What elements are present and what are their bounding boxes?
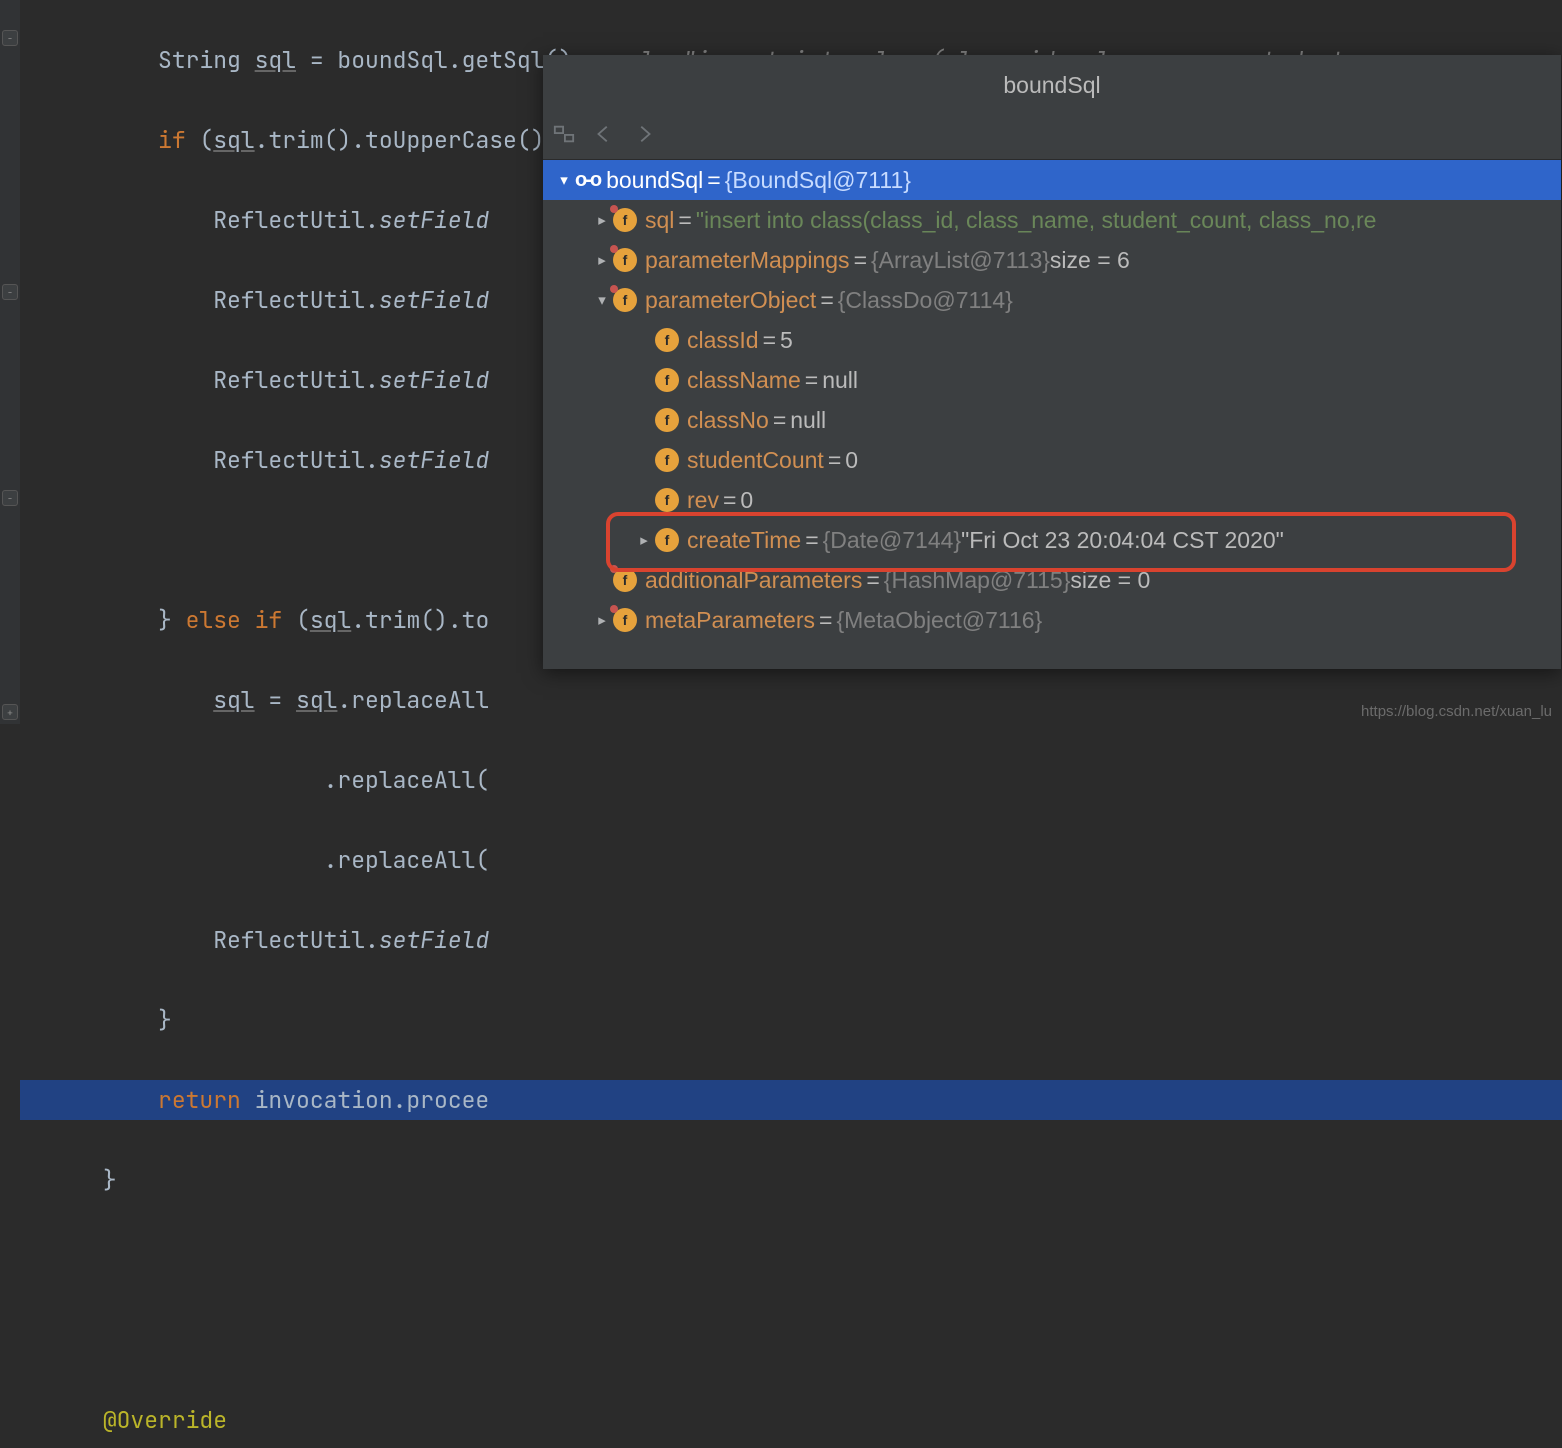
field-tail: "Fri Oct 23 20:04:04 CST 2020" [961,527,1284,554]
field-name: classId [687,327,759,354]
field-name: studentCount [687,447,824,474]
field-name: parameterObject [645,287,816,314]
field-name: classNo [687,407,769,434]
chevron-down-icon[interactable]: ▾ [553,171,575,189]
field-value: null [822,367,858,394]
field-type: {ArrayList@7113} [871,247,1050,274]
tree-row-sql[interactable]: ▸fsql = "insert into class(class_id, cla… [543,200,1561,240]
field-type: {HashMap@7115} [884,567,1071,594]
field-tail: size = 0 [1070,567,1150,594]
chevron-right-icon[interactable]: ▸ [591,251,613,269]
chevron-down-icon[interactable]: ▾ [591,291,613,309]
back-icon[interactable] [593,123,615,151]
field-value: null [790,407,826,434]
variables-tree[interactable]: ▾ о-о boundSql = {BoundSql@7111} ▸fsql =… [543,160,1561,640]
field-icon: f [655,368,679,392]
annotation-override: @Override [103,1405,227,1435]
popup-toolbar [543,115,1561,160]
popup-title: boundSql [543,55,1561,115]
forward-icon[interactable] [633,123,655,151]
field-name: sql [645,207,674,234]
tree-row-rev[interactable]: frev = 0 [543,480,1561,520]
chevron-right-icon[interactable]: ▸ [591,211,613,229]
tree-row-metaParameters[interactable]: ▸fmetaParameters = {MetaObject@7116} [543,600,1561,640]
field-value: 0 [740,487,753,514]
gutter-fold-icon[interactable]: + [2,704,18,720]
root-name: boundSql [606,167,703,194]
field-value: 5 [780,327,793,354]
tree-row-parameterMappings[interactable]: ▸fparameterMappings = {ArrayList@7113} s… [543,240,1561,280]
tree-row-additionalParameters[interactable]: fadditionalParameters = {HashMap@7115} s… [543,560,1561,600]
debugger-evaluate-popup: boundSql ▾ о-о boundSql = {BoundSql@7111… [543,55,1561,669]
watch-icon: о-о [575,169,600,192]
tree-row-classNo[interactable]: fclassNo = null [543,400,1561,440]
tree-row-studentCount[interactable]: fstudentCount = 0 [543,440,1561,480]
tree-row-classId[interactable]: fclassId = 5 [543,320,1561,360]
field-icon: f [613,248,637,272]
tree-row-createTime[interactable]: ▸fcreateTime = {Date@7144} "Fri Oct 23 2… [543,520,1561,560]
field-value: 0 [845,447,858,474]
gutter-fold-icon[interactable]: − [2,30,18,46]
field-value-string: "insert into class(class_id, class_name,… [696,207,1377,234]
field-name: className [687,367,801,394]
chevron-right-icon[interactable]: ▸ [591,611,613,629]
field-icon: f [613,208,637,232]
field-tail: size = 6 [1050,247,1130,274]
tree-row-parameterObject[interactable]: ▾fparameterObject = {ClassDo@7114} [543,280,1561,320]
gutter-fold-icon[interactable]: − [2,284,18,300]
field-name: metaParameters [645,607,815,634]
field-icon: f [655,328,679,352]
field-icon: f [655,408,679,432]
field-icon: f [655,488,679,512]
field-icon: f [613,608,637,632]
tree-root-boundsql[interactable]: ▾ о-о boundSql = {BoundSql@7111} [543,160,1561,200]
tree-row-className[interactable]: fclassName = null [543,360,1561,400]
root-value: {BoundSql@7111} [725,167,911,194]
class-view-icon[interactable] [553,123,575,151]
editor-gutter: − − − + [0,0,20,724]
field-type: {Date@7144} [823,527,961,554]
field-icon: f [655,448,679,472]
field-name: createTime [687,527,801,554]
var-sql: sql [255,45,296,75]
gutter-fold-icon[interactable]: − [2,490,18,506]
field-name: additionalParameters [645,567,862,594]
field-name: rev [687,487,719,514]
field-type: {ClassDo@7114} [838,287,1013,314]
field-icon: f [655,528,679,552]
field-icon: f [613,568,637,592]
current-execution-line: return invocation.procee [20,1080,1562,1120]
chevron-right-icon[interactable]: ▸ [633,531,655,549]
field-icon: f [613,288,637,312]
field-type: {MetaObject@7116} [836,607,1042,634]
watermark-text: https://blog.csdn.net/xuan_lu [1361,703,1552,720]
field-name: parameterMappings [645,247,850,274]
